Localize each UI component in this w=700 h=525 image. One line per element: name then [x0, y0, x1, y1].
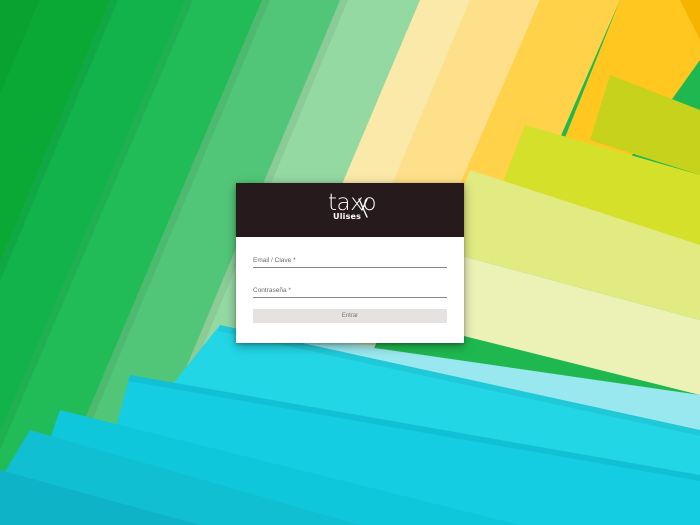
login-screen: taxo Ulises Email / Clave * Contraseña *…: [0, 0, 700, 525]
login-card: taxo Ulises Email / Clave * Contraseña *…: [236, 183, 464, 343]
brand-logo: taxo Ulises: [236, 191, 464, 231]
password-field[interactable]: [253, 283, 447, 298]
card-header: taxo Ulises: [236, 183, 464, 237]
brand-subtitle: Ulises: [333, 212, 362, 221]
email-field[interactable]: [253, 253, 447, 268]
submit-button[interactable]: Entrar: [253, 309, 447, 323]
